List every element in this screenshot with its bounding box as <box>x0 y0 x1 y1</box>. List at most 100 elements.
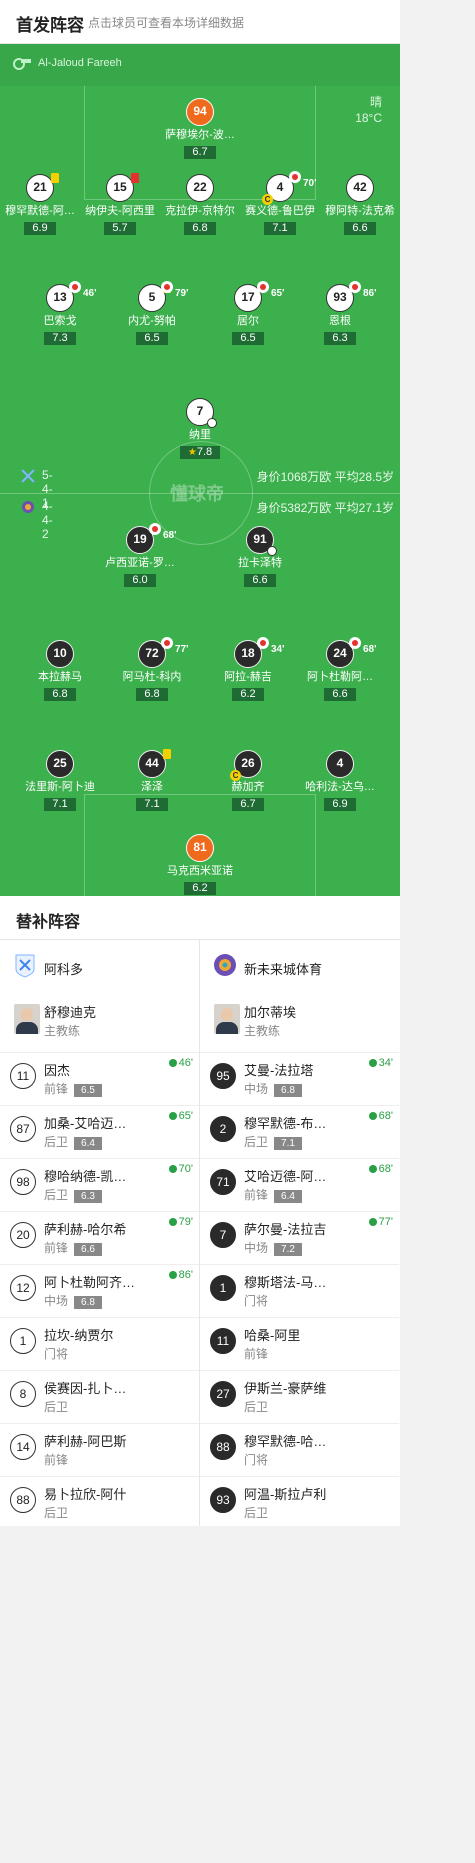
sub-player-position: 后卫 <box>244 1400 269 1414</box>
home-player-marker[interactable]: 93 86' 恩根 6.3 <box>295 281 385 346</box>
home-team-logo-icon <box>15 954 35 978</box>
player-rating: 6.7 <box>232 798 264 811</box>
player-name: 内尤-努帕 <box>128 315 176 327</box>
sub-player-position: 门将 <box>44 1347 69 1361</box>
player-name: 穆罕默德-阿… <box>5 205 75 217</box>
sub-player-row[interactable]: 88 穆罕默德-哈… 门将 <box>200 1423 399 1476</box>
home-player-marker[interactable]: 17 65' 居尔 6.5 <box>203 281 293 346</box>
coach-avatar <box>14 1004 40 1034</box>
sub-player-name: 加桑-艾哈迈… <box>44 1116 127 1131</box>
captain-badge: C <box>230 770 241 781</box>
sub-player-position: 后卫 7.1 <box>244 1133 302 1150</box>
sub-player-row[interactable]: 8 侯赛因-扎卜… 后卫 <box>0 1370 199 1423</box>
away-subs-column: 新未来城体育 加尔蒂埃 主教练 95 艾曼-法拉塔 中场 6.8 34' 2 穆罕默德-布…… <box>200 940 399 1529</box>
away-player-marker[interactable]: 25 法里斯-阿卜迪 7.1 <box>15 750 105 812</box>
sub-player-position: 前锋 6.4 <box>244 1186 302 1203</box>
sub-player-number: 1 <box>210 1275 236 1301</box>
player-rating: 6.8 <box>44 688 76 701</box>
home-player-marker[interactable]: 13 46' 巴索戈 7.3 <box>15 281 105 346</box>
substitution-time: 65' <box>271 288 285 299</box>
sub-player-row[interactable]: 7 萨尔曼-法拉吉 中场 7.2 77' <box>200 1211 399 1264</box>
sub-player-row[interactable]: 88 易卜拉欣-阿什 后卫 <box>0 1476 199 1529</box>
sub-player-rating: 6.3 <box>74 1190 102 1203</box>
sub-player-row[interactable]: 71 艾哈迈德-阿… 前锋 6.4 68' <box>200 1158 399 1211</box>
player-rating: 6.8 <box>184 222 216 235</box>
substitution-out-icon <box>289 171 301 183</box>
sub-player-position: 前锋 6.5 <box>44 1080 102 1097</box>
player-name: 卢西亚诺-罗… <box>105 557 175 569</box>
sub-player-row[interactable]: 1 拉坎-纳贾尔 门将 <box>0 1317 199 1370</box>
home-player-marker[interactable]: 94 萨穆埃尔-波… 6.7 <box>155 98 245 160</box>
sub-player-row[interactable]: 27 伊斯兰-豪萨维 后卫 <box>200 1370 399 1423</box>
away-coach[interactable]: 加尔蒂埃 主教练 <box>200 992 399 1052</box>
sub-player-position: 前锋 6.6 <box>44 1239 102 1256</box>
home-team-row[interactable]: 阿科多 <box>0 940 199 992</box>
sub-player-row[interactable]: 11 因杰 前锋 6.5 46' <box>0 1052 199 1105</box>
sub-player-name: 萨尔曼-法拉吉 <box>244 1222 327 1237</box>
sub-player-position: 前锋 <box>44 1453 69 1467</box>
away-player-marker[interactable]: 19 68' 卢西亚诺-罗… 6.0 <box>95 523 185 588</box>
home-player-marker[interactable]: 15 纳伊夫-阿西里 5.7 <box>75 173 165 236</box>
away-player-marker[interactable]: 81 马克西米亚诺 6.2 <box>155 834 245 896</box>
substitution-out-icon <box>161 637 173 649</box>
home-player-marker[interactable]: 21 穆罕默德-阿… 6.9 <box>0 173 85 236</box>
sub-player-name: 易卜拉欣-阿什 <box>44 1487 127 1502</box>
coach-avatar <box>214 1004 240 1034</box>
player-number-badge: 17 65' <box>234 281 285 312</box>
sub-player-position: 前锋 <box>244 1347 269 1361</box>
sub-player-position: 后卫 <box>244 1506 269 1520</box>
home-player-marker[interactable]: 5 79' 内尤-努帕 6.5 <box>107 281 197 346</box>
substitution-out-icon <box>257 281 269 293</box>
sub-player-name: 伊斯兰-豪萨维 <box>244 1381 327 1396</box>
player-rating: 6.6 <box>324 688 356 701</box>
sub-player-row[interactable]: 95 艾曼-法拉塔 中场 6.8 34' <box>200 1052 399 1105</box>
away-player-marker[interactable]: 44 泽泽 7.1 <box>107 749 197 812</box>
player-name: 拉卡泽特 <box>238 557 282 569</box>
sub-player-name: 萨利赫-哈尔希 <box>44 1222 127 1237</box>
home-player-marker[interactable]: 4 70' C 赛义德-鲁巴伊 7.1 <box>235 171 325 236</box>
captain-badge: C <box>262 194 273 205</box>
away-player-marker[interactable]: 91 拉卡泽特 6.6 <box>215 526 305 588</box>
away-player-marker[interactable]: 72 77' 阿马杜-科内 6.8 <box>107 637 197 702</box>
sub-player-name: 艾曼-法拉塔 <box>244 1063 314 1078</box>
player-number-badge: 94 <box>186 98 214 126</box>
sub-player-position: 中场 7.2 <box>244 1239 302 1256</box>
goal-ball-icon <box>267 546 277 556</box>
sub-player-position: 门将 <box>244 1453 269 1467</box>
player-number-badge: 72 77' <box>138 637 189 668</box>
sub-player-row[interactable]: 20 萨利赫-哈尔希 前锋 6.6 79' <box>0 1211 199 1264</box>
player-rating: 6.9 <box>24 222 56 235</box>
player-name: 阿拉-赫吉 <box>224 671 272 683</box>
home-player-marker[interactable]: 22 克拉伊-京特尔 6.8 <box>155 174 245 236</box>
away-team-row[interactable]: 新未来城体育 <box>200 940 399 992</box>
away-player-marker[interactable]: 4 哈利法-达乌… 6.9 <box>295 750 385 812</box>
sub-player-row[interactable]: 1 穆斯塔法-马… 门将 <box>200 1264 399 1317</box>
weather: 晴 18°C <box>355 94 382 126</box>
bottom-spacer <box>0 1526 400 1568</box>
home-subs-list: 11 因杰 前锋 6.5 46' 87 加桑-艾哈迈… 后卫 6.4 65' 98 穆哈纳德-凯… 后卫… <box>0 1052 199 1529</box>
sub-player-row[interactable]: 11 哈桑-阿里 前锋 <box>200 1317 399 1370</box>
sub-player-row[interactable]: 87 加桑-艾哈迈… 后卫 6.4 65' <box>0 1105 199 1158</box>
coach-name: 加尔蒂埃 <box>244 1005 297 1020</box>
sub-player-number: 93 <box>210 1487 236 1513</box>
away-player-marker[interactable]: 18 34' 阿拉-赫吉 6.2 <box>203 637 293 702</box>
player-number-badge: 26 C <box>230 750 262 781</box>
away-player-marker[interactable]: 24 68' 阿卜杜勒阿… 6.6 <box>295 637 385 702</box>
home-player-marker[interactable]: 42 穆阿特-法克希 6.6 <box>315 174 400 236</box>
home-player-marker[interactable]: 7 纳里 ★7.8 <box>155 398 245 460</box>
sub-player-row[interactable]: 93 阿温-斯拉卢利 后卫 <box>200 1476 399 1529</box>
player-rating: ★7.8 <box>179 446 221 459</box>
sub-player-row[interactable]: 14 萨利赫-阿巴斯 前锋 <box>0 1423 199 1476</box>
player-number-badge: 19 68' <box>126 523 177 554</box>
away-player-marker[interactable]: 10 本拉赫马 6.8 <box>15 640 105 702</box>
substitution-time: 79' <box>175 288 189 299</box>
substitution-in-time: 46' <box>169 1057 193 1069</box>
sub-player-row[interactable]: 98 穆哈纳德-凯… 后卫 6.3 70' <box>0 1158 199 1211</box>
sub-player-name: 因杰 <box>44 1063 71 1078</box>
sub-player-number: 12 <box>10 1275 36 1301</box>
away-player-marker[interactable]: 26 C 赫加齐 6.7 <box>203 750 293 812</box>
sub-player-row[interactable]: 2 穆罕默德-布… 后卫 7.1 68' <box>200 1105 399 1158</box>
player-name: 穆阿特-法克希 <box>325 205 395 217</box>
sub-player-row[interactable]: 12 阿卜杜勒阿齐… 中场 6.8 86' <box>0 1264 199 1317</box>
home-coach[interactable]: 舒穆迪克 主教练 <box>0 992 199 1052</box>
